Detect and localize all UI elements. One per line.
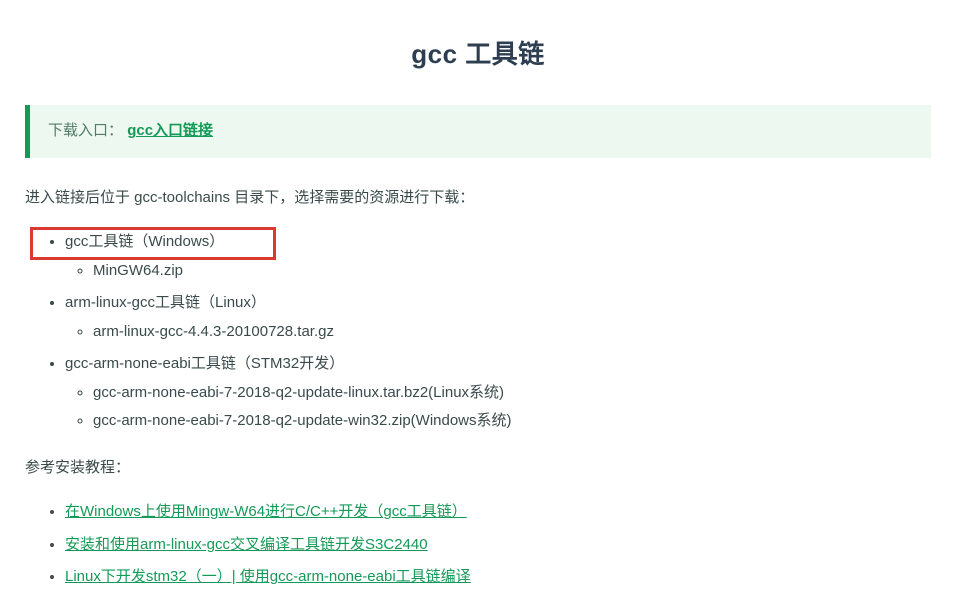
document-page: gcc 工具链 下载入口： gcc入口链接 进入链接后位于 gcc-toolch… <box>0 0 956 592</box>
gcc-entry-link[interactable]: gcc入口链接 <box>127 122 213 139</box>
list-item: MinGW64.zip <box>93 257 931 286</box>
tutorial-link[interactable]: 在Windows上使用Mingw-W64进行C/C++开发（gcc工具链） <box>65 503 467 520</box>
list-item-label: MinGW64.zip <box>93 262 183 279</box>
tutorial-link[interactable]: Linux下开发stm32（一）| 使用gcc-arm-none-eabi工具链… <box>65 568 471 585</box>
list-item-label: arm-linux-gcc-4.4.3-20100728.tar.gz <box>93 323 334 340</box>
list-item-label: gcc工具链（Windows） <box>65 233 224 250</box>
list-item-label: gcc-arm-none-eabi-7-2018-q2-update-win32… <box>93 412 512 429</box>
references-list: 在Windows上使用Mingw-W64进行C/C++开发（gcc工具链） 安装… <box>25 498 931 592</box>
sub-list: gcc-arm-none-eabi-7-2018-q2-update-linux… <box>65 379 931 436</box>
list-item: gcc工具链（Windows） MinGW64.zip <box>65 228 931 285</box>
references-heading: 参考安装教程： <box>25 454 931 483</box>
list-item: Linux下开发stm32（一）| 使用gcc-arm-none-eabi工具链… <box>65 563 931 592</box>
list-item-label: gcc-arm-none-eabi-7-2018-q2-update-linux… <box>93 384 504 401</box>
download-callout: 下载入口： gcc入口链接 <box>25 105 931 158</box>
list-item: arm-linux-gcc-4.4.3-20100728.tar.gz <box>93 318 931 347</box>
callout-prefix: 下载入口： <box>48 122 123 139</box>
list-item: 安装和使用arm-linux-gcc交叉编译工具链开发S3C2440 <box>65 531 931 560</box>
sub-list: arm-linux-gcc-4.4.3-20100728.tar.gz <box>65 318 931 347</box>
list-item-label: gcc-arm-none-eabi工具链（STM32开发） <box>65 355 344 372</box>
list-item: gcc-arm-none-eabi-7-2018-q2-update-linux… <box>93 379 931 408</box>
list-item-label: arm-linux-gcc工具链（Linux） <box>65 294 266 311</box>
tutorial-link[interactable]: 安装和使用arm-linux-gcc交叉编译工具链开发S3C2440 <box>65 536 428 553</box>
list-item: gcc-arm-none-eabi工具链（STM32开发） gcc-arm-no… <box>65 350 931 436</box>
intro-text: 进入链接后位于 gcc-toolchains 目录下，选择需要的资源进行下载： <box>25 184 931 213</box>
list-item: gcc-arm-none-eabi-7-2018-q2-update-win32… <box>93 407 931 436</box>
list-item: 在Windows上使用Mingw-W64进行C/C++开发（gcc工具链） <box>65 498 931 527</box>
sub-list: MinGW64.zip <box>65 257 931 286</box>
resource-list: gcc工具链（Windows） MinGW64.zip arm-linux-gc… <box>25 228 931 436</box>
list-item: arm-linux-gcc工具链（Linux） arm-linux-gcc-4.… <box>65 289 931 346</box>
page-title: gcc 工具链 <box>25 30 931 79</box>
